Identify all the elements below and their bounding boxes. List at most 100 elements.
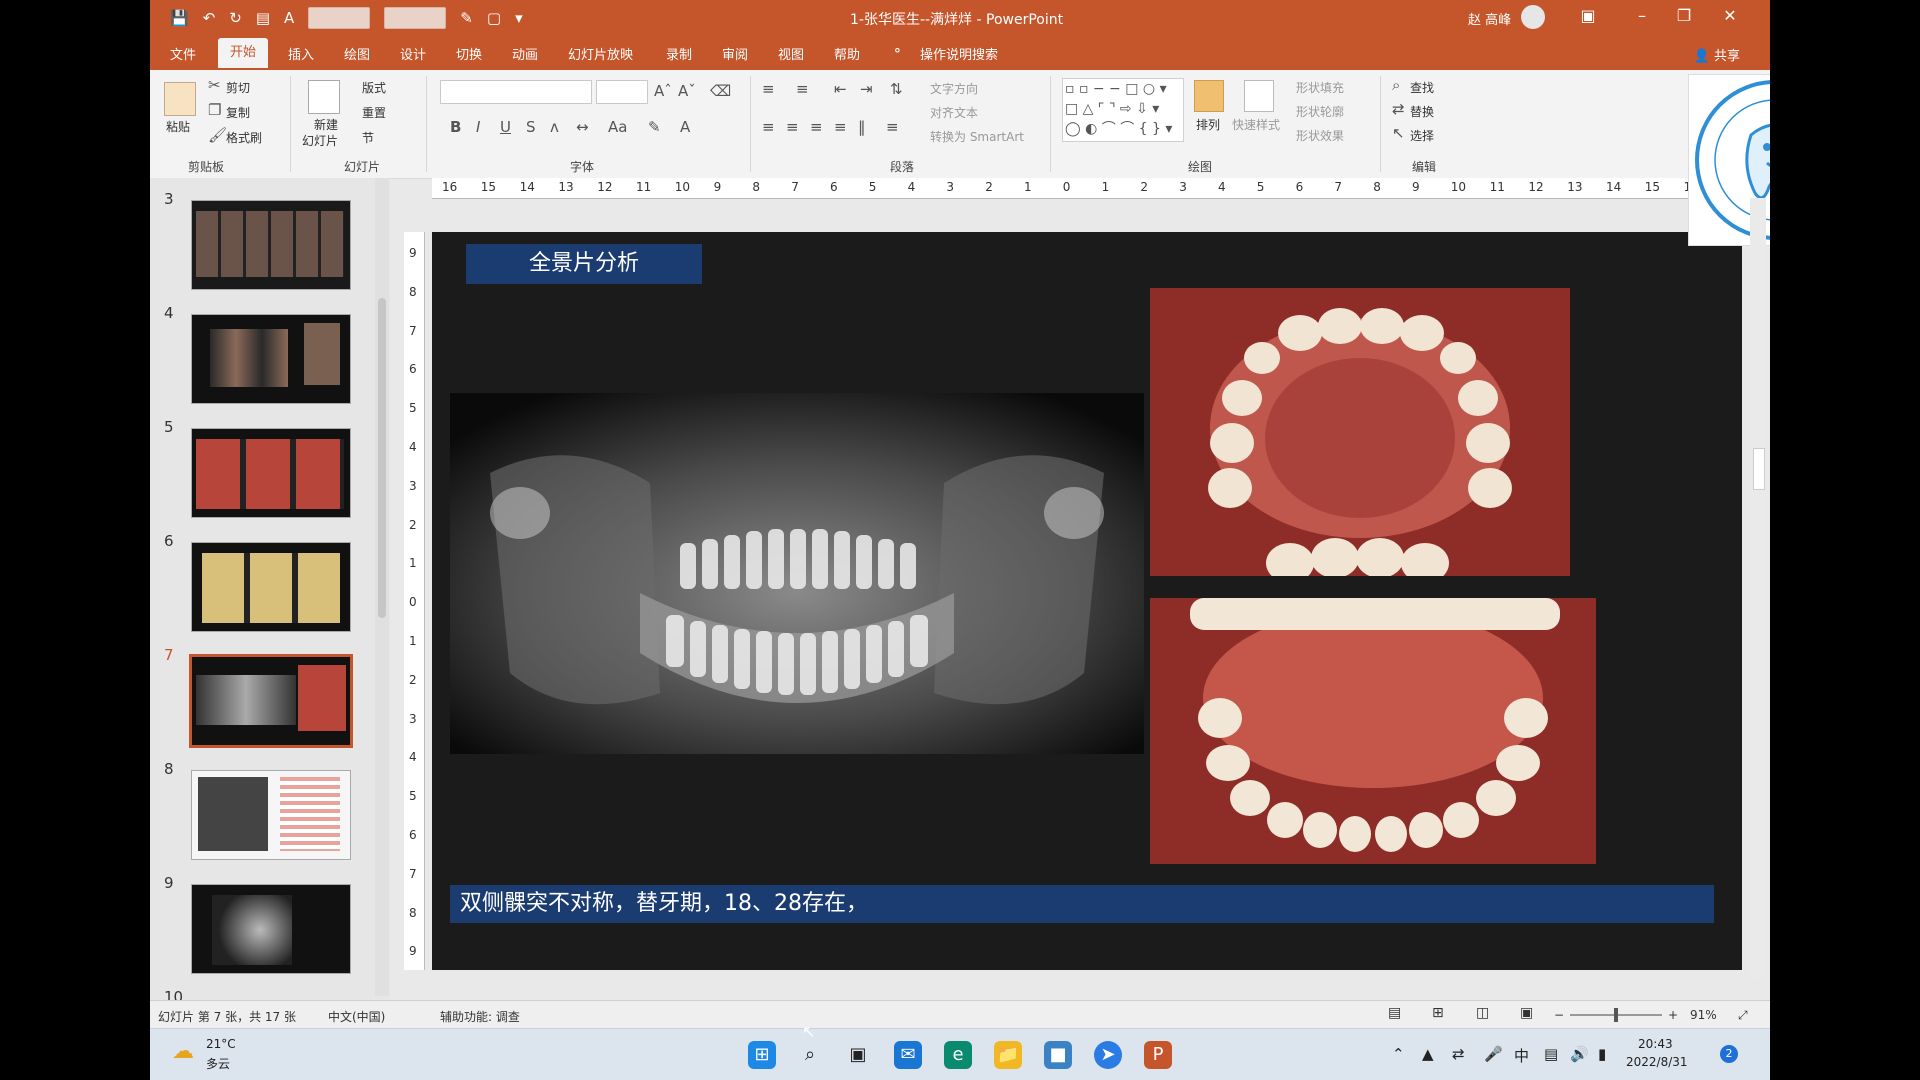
- start-icon[interactable]: ⊞: [748, 1041, 776, 1069]
- strikethrough-icon[interactable]: ᴧ: [550, 118, 559, 136]
- bold-button[interactable]: B: [450, 118, 461, 136]
- tab-animations[interactable]: 动画: [512, 44, 538, 63]
- copy-button[interactable]: 复制: [226, 104, 250, 121]
- new-slide-label-2[interactable]: 幻灯片: [302, 132, 338, 149]
- slide-canvas[interactable]: 全景片分析 双侧髁突不对称，替牙期，18、28存在，: [432, 232, 1742, 970]
- shape-effects-button[interactable]: 形状效果: [1296, 127, 1344, 144]
- section-button[interactable]: 节: [362, 129, 374, 146]
- tab-help[interactable]: 帮助: [834, 44, 860, 63]
- tab-file[interactable]: 文件: [170, 44, 196, 63]
- paste-icon[interactable]: [164, 82, 196, 116]
- layout-button[interactable]: 版式: [362, 79, 386, 96]
- align-left-icon[interactable]: ≡: [762, 118, 775, 136]
- cut-button[interactable]: 剪切: [226, 79, 250, 96]
- grow-font-icon[interactable]: Aˆ: [654, 82, 672, 100]
- present-icon[interactable]: ▤: [256, 9, 270, 27]
- accessibility-status[interactable]: 辅助功能: 调查: [440, 1008, 520, 1025]
- highlight-icon[interactable]: ✎: [648, 118, 661, 136]
- smartart-button[interactable]: 转换为 SmartArt: [930, 128, 1024, 145]
- messenger-icon[interactable]: ➤: [1094, 1041, 1122, 1069]
- paragraph-border-icon[interactable]: ≡: [886, 118, 899, 136]
- undo-icon[interactable]: ↶: [203, 9, 216, 27]
- thumbnail-scrollbar[interactable]: [375, 178, 389, 996]
- shape-outline-button[interactable]: 形状轮廓: [1296, 103, 1344, 120]
- save-icon[interactable]: 💾: [170, 9, 189, 27]
- zoom-slider[interactable]: [1570, 1008, 1662, 1022]
- app-icon[interactable]: ■: [1044, 1041, 1072, 1069]
- weather-icon[interactable]: ☁: [172, 1039, 194, 1064]
- text-direction-button[interactable]: 文字方向: [930, 80, 978, 97]
- reading-view-icon[interactable]: ◫: [1476, 1005, 1489, 1021]
- mail-icon[interactable]: ✉: [894, 1041, 922, 1069]
- qat-font-box[interactable]: [308, 7, 371, 29]
- align-text-button[interactable]: 对齐文本: [930, 104, 978, 121]
- slide-scrollbar[interactable]: [1750, 198, 1766, 978]
- clear-format-icon[interactable]: ⌫: [710, 82, 731, 100]
- underline-button[interactable]: U: [500, 118, 511, 136]
- font-size-input[interactable]: [596, 80, 648, 104]
- close-button[interactable]: ✕: [1712, 6, 1748, 25]
- shape-icon[interactable]: ▢: [487, 9, 501, 27]
- maximize-button[interactable]: ❐: [1666, 6, 1702, 25]
- slide-thumbnail-active[interactable]: [189, 654, 353, 748]
- user-name[interactable]: 赵 高峰: [1468, 9, 1511, 28]
- zoom-level[interactable]: 91%: [1690, 1008, 1717, 1022]
- battery-icon[interactable]: ▮: [1598, 1045, 1606, 1063]
- italic-button[interactable]: I: [476, 118, 480, 136]
- customize-qat-icon[interactable]: ▾: [515, 9, 523, 27]
- tab-draw[interactable]: 绘图: [344, 44, 370, 63]
- shadow-button[interactable]: S: [526, 118, 536, 136]
- ribbon-display-icon[interactable]: ▣: [1570, 6, 1606, 25]
- pen-icon[interactable]: ✎: [460, 9, 473, 27]
- weather-desc[interactable]: 多云: [206, 1055, 230, 1072]
- task-view-icon[interactable]: ▣: [844, 1041, 872, 1069]
- tab-insert[interactable]: 插入: [288, 44, 314, 63]
- tray-overflow-icon[interactable]: ⌃: [1392, 1045, 1405, 1063]
- slide-thumbnail[interactable]: [191, 770, 351, 860]
- shape-fill-button[interactable]: 形状填充: [1296, 79, 1344, 96]
- zoom-in-button[interactable]: +: [1668, 1008, 1678, 1022]
- slide-title[interactable]: 全景片分析: [466, 244, 702, 284]
- align-center-icon[interactable]: ≡: [786, 118, 799, 136]
- font-name-input[interactable]: [440, 80, 592, 104]
- quick-styles-icon[interactable]: [1244, 80, 1274, 112]
- network-icon[interactable]: ▤: [1544, 1045, 1558, 1063]
- edge-icon[interactable]: e: [944, 1041, 972, 1069]
- arrange-button[interactable]: 排列: [1196, 116, 1220, 133]
- tab-view[interactable]: 视图: [778, 44, 804, 63]
- search-icon[interactable]: ⌕: [796, 1041, 824, 1069]
- new-slide-icon[interactable]: [308, 80, 340, 114]
- avatar[interactable]: [1521, 5, 1545, 29]
- redo-icon[interactable]: ↻: [229, 9, 242, 27]
- microphone-icon[interactable]: 🎤: [1484, 1045, 1503, 1063]
- slide-thumbnail[interactable]: [191, 884, 351, 974]
- powerpoint-icon[interactable]: P: [1144, 1041, 1172, 1069]
- new-slide-label[interactable]: 新建: [314, 116, 338, 133]
- scrollbar-thumb[interactable]: [1753, 448, 1765, 490]
- ime-indicator[interactable]: 中: [1514, 1045, 1529, 1066]
- zoom-out-button[interactable]: −: [1554, 1008, 1564, 1022]
- minimize-button[interactable]: –: [1624, 6, 1660, 25]
- tray-sync-icon[interactable]: ⇄: [1452, 1045, 1465, 1063]
- line-spacing-icon[interactable]: ⇅: [890, 80, 903, 98]
- zoom-slider-handle[interactable]: [1614, 1008, 1618, 1022]
- notification-badge[interactable]: 2: [1720, 1045, 1738, 1063]
- font-icon[interactable]: A: [284, 9, 294, 27]
- lower-occlusal-photo[interactable]: [1150, 598, 1596, 864]
- quick-styles-button[interactable]: 快速样式: [1232, 116, 1280, 133]
- panoramic-xray-image[interactable]: [450, 393, 1144, 754]
- tell-me-search[interactable]: 操作说明搜索: [920, 44, 998, 63]
- slide-thumbnail[interactable]: [191, 428, 351, 518]
- slide-caption[interactable]: 双侧髁突不对称，替牙期，18、28存在，: [450, 885, 1714, 923]
- share-button[interactable]: 👤 共享: [1694, 45, 1740, 64]
- slideshow-icon[interactable]: ▣: [1520, 1005, 1533, 1021]
- char-spacing-icon[interactable]: ↔: [576, 118, 589, 136]
- slide-thumbnail[interactable]: [191, 542, 351, 632]
- numbering-icon[interactable]: ≡: [796, 80, 809, 98]
- tab-record[interactable]: 录制: [666, 44, 692, 63]
- language-indicator[interactable]: 中文(中国): [328, 1008, 385, 1025]
- increase-indent-icon[interactable]: ⇥: [860, 80, 873, 98]
- align-right-icon[interactable]: ≡: [810, 118, 823, 136]
- weather-temp[interactable]: 21°C: [206, 1037, 236, 1051]
- tab-review[interactable]: 审阅: [722, 44, 748, 63]
